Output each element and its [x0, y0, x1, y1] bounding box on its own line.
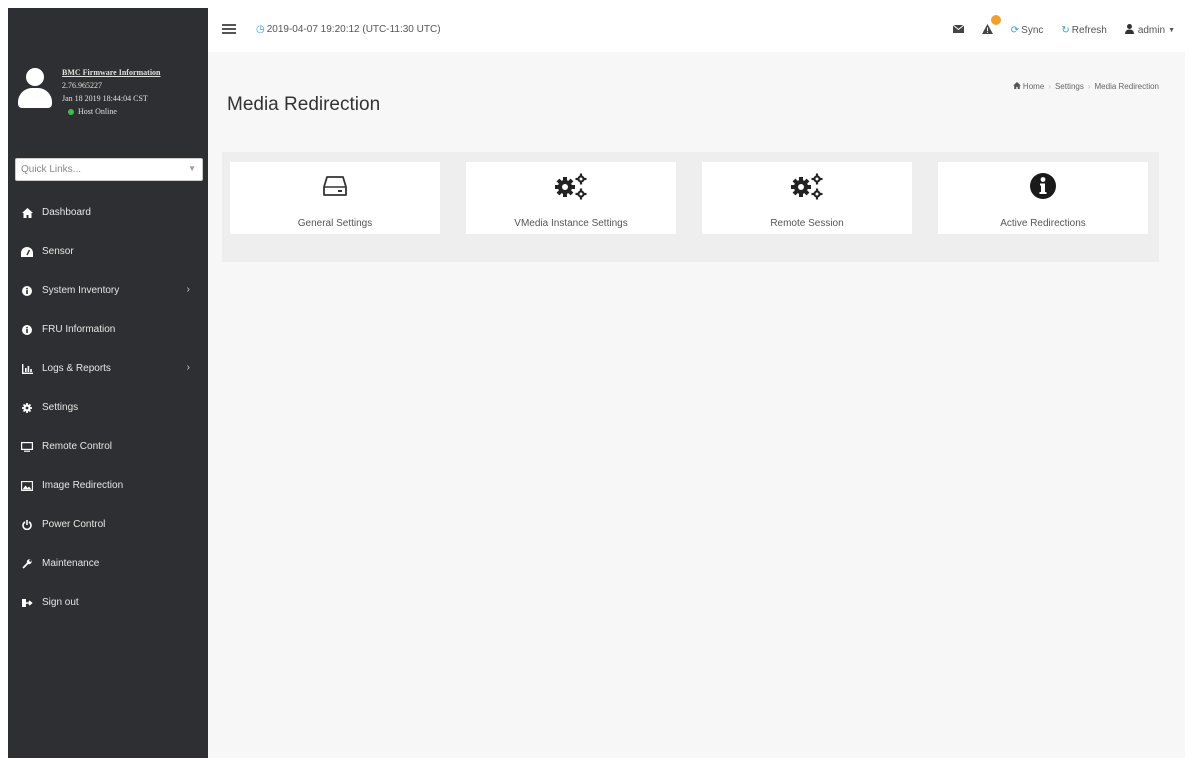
sidebar-item-label: Sign out: [42, 597, 79, 608]
header-actions: ⟳ Sync ↻ Refresh admin ▼: [935, 14, 1175, 40]
gear-icon: [20, 402, 34, 413]
home-icon: [1012, 82, 1023, 91]
sign-out-icon: [20, 598, 34, 608]
status-dot-icon: [68, 108, 74, 115]
sidebar-item-sensor[interactable]: Sensor: [8, 232, 208, 271]
info-icon: [20, 285, 34, 296]
sidebar-item-label: Logs & Reports: [42, 363, 111, 374]
sidebar-item-settings[interactable]: Settings: [8, 388, 208, 427]
sidebar-nav: Dashboard Sensor System Inventory › FRU: [8, 193, 208, 622]
sidebar-item-image-redirection[interactable]: Image Redirection: [8, 466, 208, 505]
sync-button[interactable]: ⟳ Sync: [1011, 25, 1044, 36]
sync-label: Sync: [1021, 24, 1044, 36]
datetime-text: 2019-04-07 19:20:12 (UTC-11:30 UTC): [266, 24, 441, 35]
sync-icon: ⟳: [1010, 24, 1020, 36]
refresh-label: Refresh: [1071, 24, 1107, 36]
messages-button[interactable]: [952, 24, 965, 36]
wrench-icon: [20, 558, 34, 569]
hard-drive-icon: [230, 172, 440, 200]
firmware-date: Jan 18 2019 18:44:04 CST: [62, 94, 148, 103]
sidebar-item-remote-control[interactable]: Remote Control: [8, 427, 208, 466]
firmware-version: 2.76.965227: [62, 81, 102, 90]
image-icon: [20, 480, 34, 491]
card-remote-session[interactable]: Remote Session: [702, 162, 912, 234]
sidebar-item-fru-information[interactable]: FRU Information: [8, 310, 208, 349]
sidebar-item-label: Dashboard: [42, 207, 91, 218]
monitor-icon: [20, 441, 34, 452]
breadcrumb-settings[interactable]: Settings: [1055, 82, 1084, 91]
chart-icon: [20, 363, 34, 374]
card-label: General Settings: [297, 218, 373, 229]
media-redirection-card-panel: General Settings VMedia Instance Setting…: [222, 152, 1159, 262]
sidebar-item-system-inventory[interactable]: System Inventory ›: [8, 271, 208, 310]
chevron-right-icon: ›: [186, 362, 190, 373]
hamburger-menu-icon[interactable]: [222, 24, 236, 34]
sidebar-item-logs-reports[interactable]: Logs & Reports ›: [8, 349, 208, 388]
sidebar-item-label: Sensor: [42, 246, 74, 257]
sidebar-item-label: Image Redirection: [42, 480, 124, 491]
breadcrumb-home[interactable]: Home: [1023, 82, 1044, 91]
host-status-label: Host Online: [78, 107, 117, 116]
host-status: Host Online: [62, 105, 202, 118]
gears-icon: [702, 172, 912, 200]
page-title: Media Redirection: [227, 94, 381, 115]
firmware-info-link[interactable]: BMC Firmware Information: [62, 66, 202, 79]
main-content: Media Redirection Home › Settings › Media Re…: [208, 52, 1185, 758]
user-menu[interactable]: admin ▼: [1124, 23, 1175, 37]
app-frame: BMC Firmware Information 2.76.965227 Jan…: [8, 8, 1185, 758]
clock-icon: ◷: [256, 24, 265, 35]
top-header: ◷ 2019-04-07 19:20:12 (UTC-11:30 UTC) ⟳ Sy…: [208, 8, 1185, 52]
quick-links-select[interactable]: Quick Links... ▼: [15, 158, 203, 181]
card-general-settings[interactable]: General Settings: [230, 162, 440, 234]
user-name: admin: [1137, 24, 1166, 36]
alerts-button[interactable]: [981, 14, 1001, 37]
sidebar-item-label: Settings: [42, 402, 79, 413]
datetime-display: ◷ 2019-04-07 19:20:12 (UTC-11:30 UTC): [256, 24, 441, 35]
power-icon: [20, 519, 34, 530]
refresh-icon: ↻: [1061, 24, 1070, 36]
card-label: Remote Session: [770, 218, 844, 229]
info-icon: [20, 324, 34, 335]
chevron-down-icon: ▼: [188, 164, 196, 173]
sensor-icon: [20, 246, 34, 257]
chevron-right-icon: ›: [186, 284, 190, 295]
caret-down-icon: ▼: [1168, 26, 1175, 34]
sidebar-item-label: FRU Information: [42, 324, 116, 335]
user-icon: [1124, 23, 1134, 37]
sidebar: BMC Firmware Information 2.76.965227 Jan…: [8, 8, 208, 758]
gears-icon: [466, 172, 676, 200]
quick-links-placeholder: Quick Links...: [21, 164, 82, 175]
info-circle-icon: [938, 172, 1148, 200]
sidebar-item-dashboard[interactable]: Dashboard: [8, 193, 208, 232]
alert-count-badge: [990, 14, 1001, 25]
refresh-button[interactable]: ↻ Refresh: [1061, 25, 1106, 36]
sidebar-item-sign-out[interactable]: Sign out: [8, 583, 208, 622]
sidebar-item-label: System Inventory: [42, 285, 120, 296]
warning-icon: [981, 23, 993, 37]
card-active-redirections[interactable]: Active Redirections: [938, 162, 1148, 234]
sidebar-item-maintenance[interactable]: Maintenance: [8, 544, 208, 583]
sidebar-item-label: Remote Control: [42, 441, 113, 452]
card-label: Active Redirections: [1000, 218, 1086, 229]
user-panel: BMC Firmware Information 2.76.965227 Jan…: [8, 56, 208, 146]
home-icon: [20, 207, 34, 218]
envelope-icon: [952, 24, 965, 36]
avatar: [18, 68, 52, 108]
sidebar-item-label: Maintenance: [42, 558, 100, 569]
breadcrumb: Home › Settings › Media Redirection: [1012, 82, 1159, 91]
card-label: VMedia Instance Settings: [514, 218, 628, 229]
sidebar-item-power-control[interactable]: Power Control: [8, 505, 208, 544]
breadcrumb-current: Media Redirection: [1094, 82, 1159, 91]
card-vmedia-instance-settings[interactable]: VMedia Instance Settings: [466, 162, 676, 234]
sidebar-item-label: Power Control: [42, 519, 106, 530]
firmware-info: BMC Firmware Information 2.76.965227 Jan…: [62, 66, 202, 118]
